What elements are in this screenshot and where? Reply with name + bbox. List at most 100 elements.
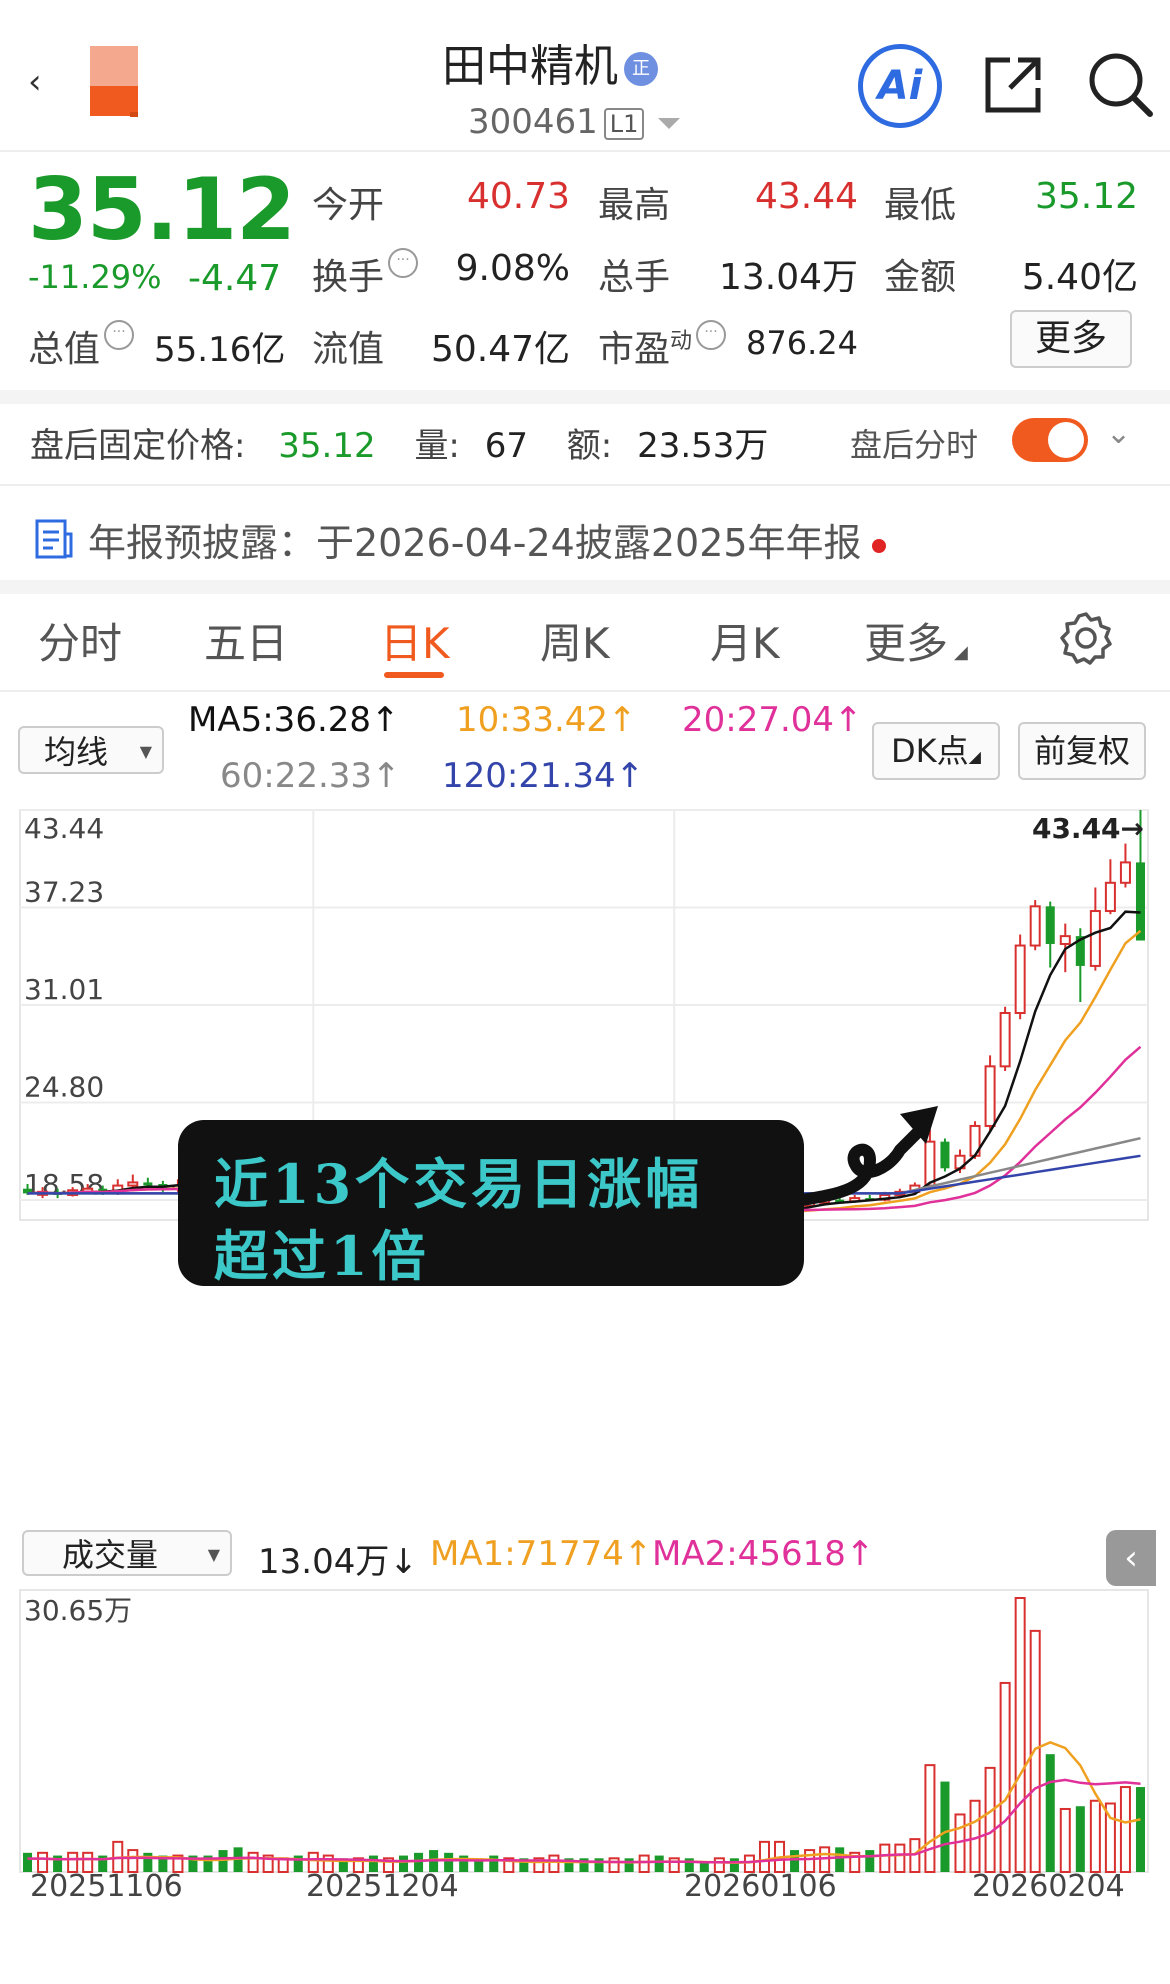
stock-name-text: 田中精机 xyxy=(442,41,618,92)
search-icon[interactable] xyxy=(1086,50,1156,120)
ma60-readout: 60:22.33↑ xyxy=(220,756,401,796)
kline-chart[interactable]: 43.44 37.23 31.01 24.80 18.58 43.44→ 18.58 30… xyxy=(0,800,1170,1900)
divider xyxy=(0,484,1170,486)
annual-report-notice[interactable]: 年报预披露：于2026-04-24披露2025年年报 xyxy=(88,512,886,567)
volume-bar xyxy=(758,1840,770,1873)
after-hours-price: 35.12 xyxy=(278,426,376,466)
after-hours-amt-label: 额: xyxy=(566,426,613,466)
after-hours-toggle-label: 盘后分时 xyxy=(850,426,979,464)
x-tick-label: 20260204 xyxy=(972,1869,1125,1900)
tab-more[interactable]: 更多 ◢ xyxy=(864,610,968,671)
caret-icon: ◢ xyxy=(968,747,981,766)
candle-body xyxy=(1119,861,1131,884)
after-hours-toggle[interactable] xyxy=(1012,418,1088,462)
annotation-line-1: 近13个交易日涨幅 xyxy=(214,1152,704,1216)
volume-bar xyxy=(940,1781,950,1872)
change-amount: -4.47 xyxy=(188,258,282,299)
arrow-doodle-icon xyxy=(800,1106,938,1206)
candle xyxy=(1119,843,1131,888)
volume-bar xyxy=(1089,1799,1101,1874)
after-hours-row: 盘后固定价格: 35.12 量: 67 额: 23.53万 xyxy=(30,418,768,467)
volume-bar xyxy=(247,1851,259,1873)
candle xyxy=(984,1055,996,1133)
ma120-readout: 120:21.34↑ xyxy=(442,756,645,796)
dropdown-arrow-icon: ▼ xyxy=(207,1545,220,1564)
candle xyxy=(1104,859,1116,915)
ma-selector[interactable]: 均线 ▼ xyxy=(18,726,164,774)
candle-body xyxy=(1059,935,1071,945)
stock-code-text: 300461 xyxy=(468,102,598,142)
candle-body xyxy=(1089,910,1101,967)
divider xyxy=(0,390,1170,404)
volume-bar xyxy=(1075,1806,1085,1872)
info-icon[interactable]: ··· xyxy=(104,320,135,350)
candle-body xyxy=(143,1182,153,1186)
open-label: 今开 xyxy=(312,185,385,226)
pe-sup: 动 xyxy=(670,329,693,354)
tab-more-label: 更多 xyxy=(864,619,949,668)
pe-label-text: 市盈 xyxy=(598,329,671,370)
x-tick-label: 20251204 xyxy=(306,1869,459,1900)
pe-label: 市盈动 ··· xyxy=(598,320,727,372)
more-quote-button[interactable]: 更多 xyxy=(1010,310,1132,368)
volume-readout: 13.04万↓ xyxy=(258,1542,418,1582)
turnover-value: 9.08% xyxy=(455,248,570,289)
stock-name: 田中精机正 xyxy=(380,30,720,94)
tab-daily-k[interactable]: 日K xyxy=(380,610,450,671)
volume-bar xyxy=(489,1855,499,1872)
info-icon[interactable]: ··· xyxy=(388,248,419,278)
candle xyxy=(1089,887,1101,971)
stock-code[interactable]: 300461 L1 xyxy=(468,102,681,142)
after-hours-label: 盘后固定价格: xyxy=(30,426,246,466)
volume-bars: 30.65万 xyxy=(23,1594,1145,1874)
y-tick-label: 31.01 xyxy=(24,973,104,1006)
amount-label: 金额 xyxy=(884,257,957,298)
dk-point-button[interactable]: DK点◢ xyxy=(872,722,1000,780)
collapse-panel-button[interactable]: ‹ xyxy=(1106,1530,1156,1586)
volume-bar xyxy=(608,1857,620,1874)
chevron-down-icon[interactable]: ⌄ xyxy=(1106,416,1131,451)
annual-report-text: 年报预披露：于2026-04-24披露2025年年报 xyxy=(88,521,862,565)
pe-value: 876.24 xyxy=(746,324,858,362)
tab-weekly-k[interactable]: 周K xyxy=(540,610,610,671)
indicator-selector[interactable]: 成交量 ▼ xyxy=(22,1530,232,1576)
adjust-button[interactable]: 前复权 xyxy=(1018,722,1146,780)
high-value: 43.44 xyxy=(754,176,858,217)
company-logo xyxy=(90,46,138,117)
volume-bar xyxy=(638,1854,650,1874)
ai-assistant-button[interactable]: Ai xyxy=(858,44,942,128)
after-hours-vol-label: 量: xyxy=(414,426,460,466)
tab-active-indicator xyxy=(384,672,444,678)
tab-monthly-k[interactable]: 月K xyxy=(710,610,780,671)
volume-max-label: 30.65万 xyxy=(24,1594,132,1627)
share-icon[interactable] xyxy=(980,52,1046,118)
back-button[interactable]: ‹ xyxy=(28,62,42,102)
candle-body xyxy=(1135,862,1145,941)
candle-body xyxy=(999,1012,1011,1068)
volume-bar xyxy=(654,1855,664,1872)
volume-bar xyxy=(894,1843,906,1873)
turnover-label: 换手 ··· xyxy=(312,248,419,300)
candle xyxy=(1029,900,1041,951)
y-tick-label: 37.23 xyxy=(24,876,104,909)
open-value: 40.73 xyxy=(466,176,570,217)
ma10-readout: 10:33.42↑ xyxy=(456,700,637,740)
report-icon xyxy=(35,519,73,559)
vol-ma2-readout: MA2:45618↑ xyxy=(652,1534,875,1574)
ma-selector-label: 均线 xyxy=(44,733,109,771)
divider xyxy=(0,580,1170,594)
candle xyxy=(999,1006,1011,1072)
candle-body xyxy=(1014,944,1026,1015)
tab-five-day[interactable]: 五日 xyxy=(204,610,288,671)
volume-bar xyxy=(1014,1597,1026,1873)
x-tick-label: 20260106 xyxy=(684,1869,837,1900)
volume-bar xyxy=(879,1843,891,1873)
volume-bar xyxy=(1135,1787,1145,1872)
y-tick-label: 43.44 xyxy=(24,812,104,845)
tab-intraday[interactable]: 分时 xyxy=(38,610,122,671)
settings-gear-icon[interactable] xyxy=(1058,610,1114,666)
float-label: 流值 xyxy=(312,329,385,370)
volume-bar xyxy=(924,1764,936,1874)
volume-bar xyxy=(548,1854,560,1874)
info-icon[interactable]: ··· xyxy=(696,320,727,350)
